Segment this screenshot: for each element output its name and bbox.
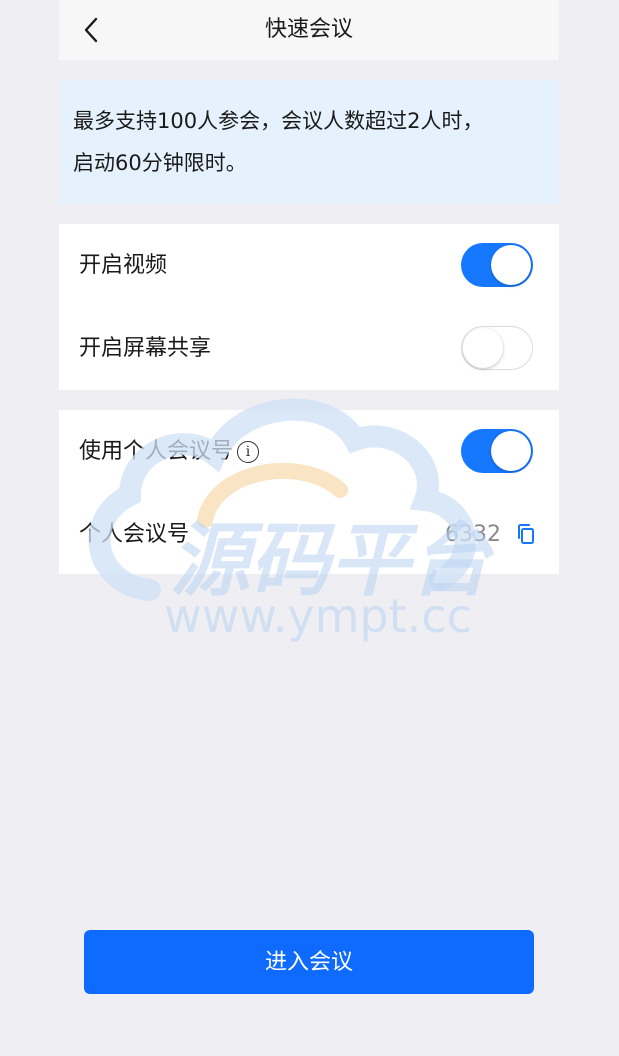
personal-id-setting-row: 使用个人会议号 i xyxy=(59,410,559,493)
notice-banner: 最多支持100人参会，会议人数超过2人时， 启动60分钟限时。 xyxy=(59,80,559,204)
info-icon[interactable]: i xyxy=(237,440,260,463)
settings-group-media: 开启视频 开启屏幕共享 xyxy=(59,224,559,390)
video-setting-label: 开启视频 xyxy=(79,253,168,278)
personal-number-label: 个人会议号 xyxy=(79,522,190,547)
screen-share-toggle[interactable] xyxy=(461,326,533,370)
notice-line-1: 最多支持100人参会，会议人数超过2人时， xyxy=(73,109,484,133)
screen-share-setting-row: 开启屏幕共享 xyxy=(59,307,559,390)
enter-meeting-button[interactable]: 进入会议 xyxy=(84,930,534,994)
notice-line-2: 启动60分钟限时。 xyxy=(73,151,247,175)
settings-group-meeting-id: 使用个人会议号 i 个人会议号 6332 xyxy=(59,410,559,574)
screen-share-setting-label: 开启屏幕共享 xyxy=(79,336,212,361)
toggle-knob xyxy=(463,328,503,368)
personal-meeting-number: 6332 xyxy=(445,522,501,547)
video-toggle[interactable] xyxy=(461,243,533,287)
toggle-knob xyxy=(491,431,531,471)
personal-id-setting-label-wrap: 使用个人会议号 i xyxy=(79,410,260,493)
video-setting-row: 开启视频 xyxy=(59,224,559,307)
personal-id-setting-label: 使用个人会议号 xyxy=(79,439,234,464)
personal-number-row: 个人会议号 6332 xyxy=(59,493,559,576)
page-title: 快速会议 xyxy=(264,17,353,42)
toggle-knob xyxy=(491,245,531,285)
page: 快速会议 最多支持100人参会，会议人数超过2人时， 启动60分钟限时。 开启视… xyxy=(0,0,619,1056)
app-screen: 快速会议 最多支持100人参会，会议人数超过2人时， 启动60分钟限时。 开启视… xyxy=(59,0,559,1056)
navigation-bar: 快速会议 xyxy=(59,0,559,60)
copy-icon[interactable] xyxy=(515,523,537,545)
personal-id-toggle[interactable] xyxy=(461,429,533,473)
